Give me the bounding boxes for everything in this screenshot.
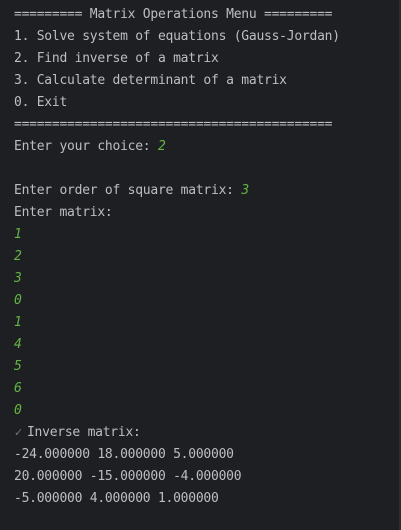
matrix-input-entry: 1	[14, 315, 22, 330]
result-row: 20.000000 -15.000000 -4.000000	[14, 469, 242, 484]
matrix-input-entry: 4	[14, 337, 22, 352]
menu-item-solve: 1. Solve system of equations (Gauss-Jord…	[14, 29, 340, 44]
matrix-prompt: Enter matrix:	[14, 205, 113, 220]
matrix-input-entry: 0	[14, 403, 22, 418]
order-prompt: Enter order of square matrix:	[14, 183, 242, 198]
matrix-input-entry: 5	[14, 359, 22, 374]
menu-item-inverse: 2. Find inverse of a matrix	[14, 51, 219, 66]
menu-header: ========= Matrix Operations Menu =======…	[14, 7, 333, 22]
matrix-input-entry: 1	[14, 227, 22, 242]
matrix-input-entry: 0	[14, 293, 22, 308]
console-output[interactable]: ========= Matrix Operations Menu =======…	[0, 0, 401, 530]
order-input: 3	[241, 183, 249, 198]
menu-item-exit: 0. Exit	[14, 95, 68, 110]
result-row: -5.000000 4.000000 1.000000	[14, 491, 219, 506]
choice-prompt: Enter your choice:	[14, 139, 158, 154]
result-header: ✓ Inverse matrix:	[0, 422, 401, 444]
choice-line: Enter your choice: 2	[0, 136, 401, 158]
matrix-input-entry: 2	[14, 249, 22, 264]
result-label: Inverse matrix:	[26, 425, 141, 440]
matrix-input-entry: 3	[14, 271, 22, 286]
result-row: -24.000000 18.000000 5.000000	[14, 447, 234, 462]
menu-footer: ========================================…	[14, 117, 333, 132]
choice-input: 2	[157, 139, 166, 154]
order-line: Enter order of square matrix: 3	[0, 180, 401, 202]
check-icon: ✓	[14, 426, 23, 439]
menu-item-determinant: 3. Calculate determinant of a matrix	[14, 73, 287, 88]
matrix-input-entry: 6	[14, 381, 22, 396]
